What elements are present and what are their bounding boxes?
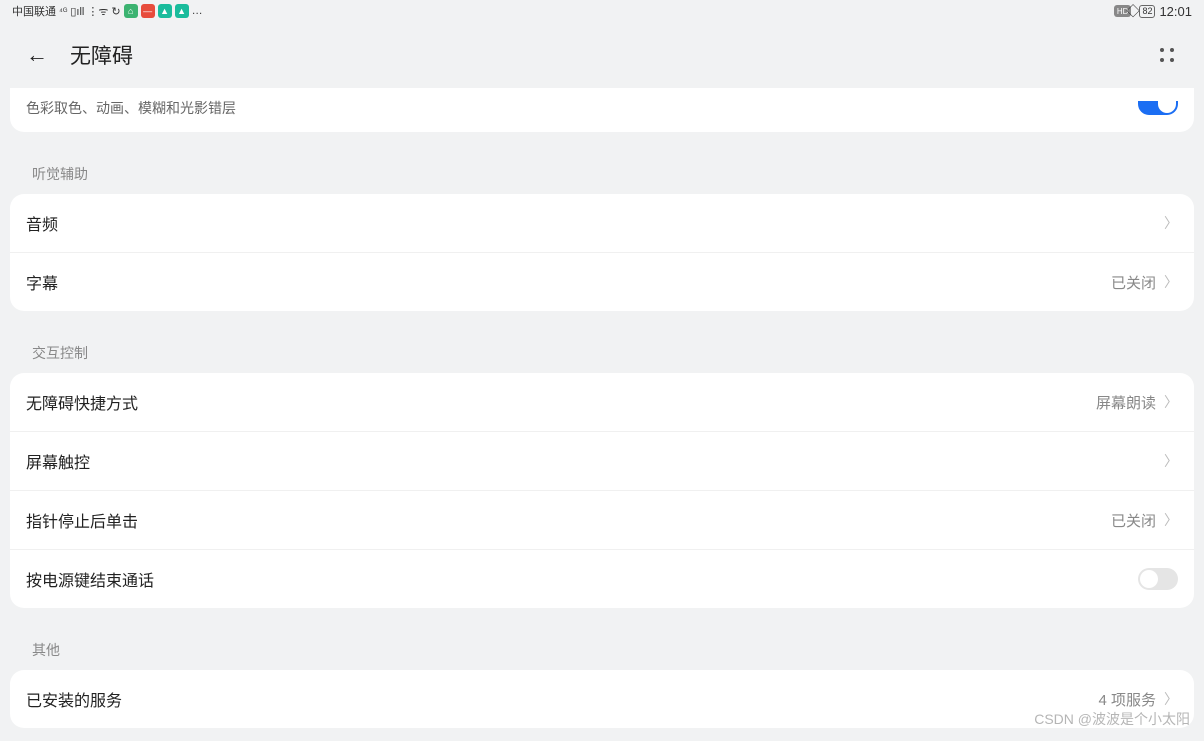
app-icon-3: ▲ xyxy=(158,4,172,18)
time-label: 12:01 xyxy=(1159,4,1192,19)
visual-effects-toggle[interactable] xyxy=(1138,101,1178,115)
audio-label: 音频 xyxy=(26,211,58,235)
sync-icon: ↻ xyxy=(111,5,120,18)
signal-bars-icon: ▯ıll xyxy=(70,5,84,18)
status-bar: 中国联通 ⁴ᴳ ▯ıll ⋮ᯤ ↻ ⌂ — ▲ ▲ … HD ⃟ 82 12:0… xyxy=(0,0,1204,22)
chevron-right-icon: 〉 xyxy=(1164,272,1178,292)
subtitle-row[interactable]: 字幕 已关闭 〉 xyxy=(10,252,1194,311)
subtitle-value: 已关闭 xyxy=(1111,272,1156,293)
back-button[interactable]: ← xyxy=(26,42,48,68)
shortcut-label: 无障碍快捷方式 xyxy=(26,390,138,414)
touch-label: 屏幕触控 xyxy=(26,449,90,473)
pointer-click-value: 已关闭 xyxy=(1111,510,1156,531)
chevron-right-icon: 〉 xyxy=(1164,689,1178,709)
more-menu-button[interactable] xyxy=(1160,48,1182,62)
carrier-label: 中国联通 xyxy=(12,3,56,19)
installed-services-value: 4 项服务 xyxy=(1098,689,1156,710)
installed-services-row[interactable]: 已安装的服务 4 项服务 〉 xyxy=(10,670,1194,728)
chevron-right-icon: 〉 xyxy=(1164,451,1178,471)
other-card: 已安装的服务 4 项服务 〉 xyxy=(10,670,1194,728)
power-end-call-toggle[interactable] xyxy=(1138,568,1178,590)
app-icon-4: ▲ xyxy=(175,4,189,18)
signal-4g-icon: ⁴ᴳ xyxy=(59,6,67,16)
battery-icon: 82 xyxy=(1139,5,1155,18)
visual-effects-row[interactable]: 色彩取色、动画、模糊和光影错层 xyxy=(10,88,1194,132)
visual-effects-label: 色彩取色、动画、模糊和光影错层 xyxy=(26,98,236,118)
status-bar-right: HD ⃟ 82 12:01 xyxy=(1114,4,1192,19)
subtitle-label: 字幕 xyxy=(26,270,58,294)
other-section-title: 其他 xyxy=(10,620,1194,670)
shortcut-value: 屏幕朗读 xyxy=(1096,392,1156,413)
shortcut-row[interactable]: 无障碍快捷方式 屏幕朗读 〉 xyxy=(10,373,1194,431)
chevron-right-icon: 〉 xyxy=(1164,510,1178,530)
watermark: CSDN @波波是个小太阳 xyxy=(1034,709,1190,729)
status-bar-left: 中国联通 ⁴ᴳ ▯ıll ⋮ᯤ ↻ ⌂ — ▲ ▲ … xyxy=(12,3,203,19)
page-title: 无障碍 xyxy=(70,40,133,70)
power-end-call-row[interactable]: 按电源键结束通话 xyxy=(10,549,1194,608)
hd-icon: HD xyxy=(1114,5,1132,17)
chevron-right-icon: 〉 xyxy=(1164,213,1178,233)
page-header: ← 无障碍 xyxy=(0,22,1204,88)
interaction-card: 无障碍快捷方式 屏幕朗读 〉 屏幕触控 〉 指针停止后单击 已关闭 〉 按电源键… xyxy=(10,373,1194,608)
app-icon-2: — xyxy=(141,4,155,18)
audio-row[interactable]: 音频 〉 xyxy=(10,194,1194,252)
pointer-click-label: 指针停止后单击 xyxy=(26,508,138,532)
visual-effects-card: 色彩取色、动画、模糊和光影错层 xyxy=(10,88,1194,132)
chevron-right-icon: 〉 xyxy=(1164,392,1178,412)
app-icon-1: ⌂ xyxy=(124,4,138,18)
hearing-card: 音频 〉 字幕 已关闭 〉 xyxy=(10,194,1194,311)
more-indicator: … xyxy=(192,5,203,17)
installed-services-label: 已安装的服务 xyxy=(26,687,122,711)
hearing-section-title: 听觉辅助 xyxy=(10,144,1194,194)
touch-row[interactable]: 屏幕触控 〉 xyxy=(10,431,1194,490)
interaction-section-title: 交互控制 xyxy=(10,323,1194,373)
power-end-call-label: 按电源键结束通话 xyxy=(26,567,154,591)
wifi-icon: ⋮ᯤ xyxy=(87,4,108,19)
pointer-click-row[interactable]: 指针停止后单击 已关闭 〉 xyxy=(10,490,1194,549)
